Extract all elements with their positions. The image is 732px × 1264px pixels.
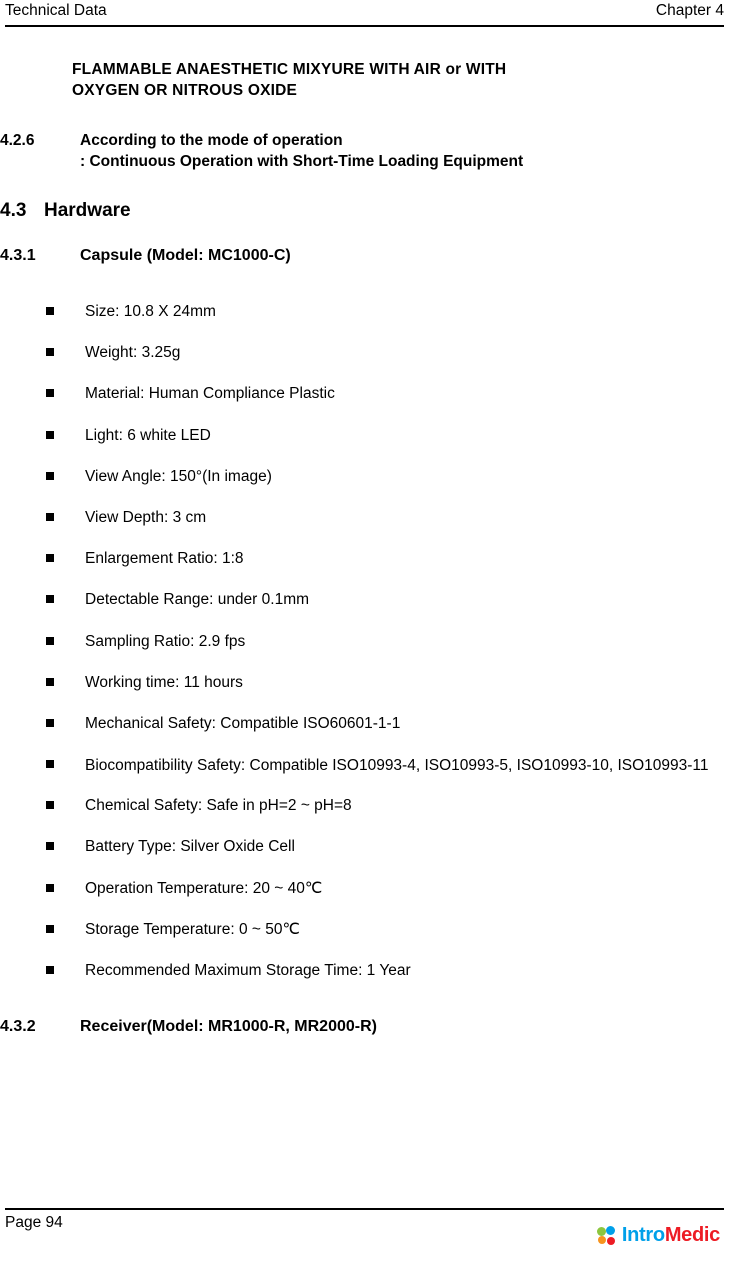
header-left-text: Technical Data (5, 2, 107, 19)
document-page: Technical Data Chapter 4 FLAMMABLE ANAES… (0, 0, 732, 1264)
intro-line-1: FLAMMABLE ANAESTHETIC MIXYURE WITH AIR o… (72, 61, 507, 78)
section-4-3-1-title: Capsule (Model: MC1000-C) (80, 247, 291, 264)
bullet-square-icon (46, 924, 54, 933)
list-item: Size: 10.8 X 24mm (0, 298, 720, 327)
bullet-square-icon (46, 760, 54, 769)
list-item: Material: Human Compliance Plastic (0, 380, 720, 409)
list-item: Mechanical Safety: Compatible ISO60601-1… (0, 710, 720, 739)
list-item: Working time: 11 hours (0, 669, 720, 698)
list-item: Storage Temperature: 0 ~ 50℃ (0, 916, 720, 945)
bullet-square-icon (46, 966, 54, 974)
list-item: Chemical Safety: Safe in pH=2 ~ pH=8 (0, 792, 720, 821)
list-item-label: Recommended Maximum Storage Time: 1 Year (85, 962, 411, 979)
page-content: FLAMMABLE ANAESTHETIC MIXYURE WITH AIR o… (0, 32, 732, 1036)
intromedic-logo: Intro Medic (596, 1212, 724, 1247)
list-item-label: Size: 10.8 X 24mm (85, 303, 216, 320)
list-item-label: Chemical Safety: Safe in pH=2 ~ pH=8 (85, 797, 352, 815)
list-item-label: View Depth: 3 cm (85, 508, 207, 526)
list-item: Light: 6 white LED (0, 422, 720, 451)
list-item-label: Detectable Range: under 0.1mm (85, 591, 310, 609)
list-item: Enlargement Ratio: 1:8 (0, 545, 720, 574)
section-4-3-heading: 4.3 Hardware (0, 200, 732, 222)
logo-dots-icon (596, 1225, 619, 1246)
list-item-label: Working time: 11 hours (85, 673, 243, 691)
header-divider (5, 25, 724, 27)
intro-paragraph: FLAMMABLE ANAESTHETIC MIXYURE WITH AIR o… (72, 59, 720, 101)
list-item-label: Material: Human Compliance Plastic (85, 385, 335, 403)
list-item: Sampling Ratio: 2.9 fps (0, 628, 720, 657)
list-item-label: Biocompatibility Safety: Compatible ISO1… (85, 757, 709, 775)
header-right-text: Chapter 4 (655, 2, 724, 19)
list-item: Biocompatibility Safety: Compatible ISO1… (0, 751, 720, 780)
list-item-label: Operation Temperature: 20 ~ 40℃ (85, 879, 323, 897)
section-4-3-1-number: 4.3.1 (0, 247, 36, 264)
list-item-label: Enlargement Ratio: 1:8 (85, 550, 244, 568)
list-item: View Angle: 150°(In image) (0, 463, 720, 492)
page-header: Technical Data Chapter 4 (0, 0, 732, 32)
list-item: Weight: 3.25g (0, 339, 720, 368)
bullet-square-icon (46, 718, 54, 727)
list-item-label: Light: 6 white LED (85, 426, 211, 444)
bullet-square-icon (46, 595, 54, 604)
bullet-square-icon (46, 430, 54, 439)
bullet-square-icon (46, 554, 54, 563)
list-item: View Depth: 3 cm (0, 504, 720, 533)
footer-divider (5, 1208, 724, 1210)
section-4-2-6-number: 4.2.6 (0, 132, 35, 149)
section-4-3-2-number: 4.3.2 (0, 1018, 36, 1035)
bullet-square-icon (46, 389, 54, 398)
section-4-2-6-subtitle: : Continuous Operation with Short-Time L… (80, 153, 524, 170)
section-4-2-6-title: According to the mode of operation (80, 132, 343, 149)
section-4-3-1-heading: 4.3.1 Capsule (Model: MC1000-C) (0, 247, 732, 265)
bullet-square-icon (46, 348, 54, 357)
bullet-square-icon (46, 883, 54, 892)
bullet-square-icon (46, 677, 54, 686)
logo-text-medic: Medic (664, 1224, 720, 1246)
section-4-3-2-heading: 4.3.2 Receiver(Model: MR1000-R, MR2000-R… (0, 1018, 732, 1036)
bullet-square-icon (46, 307, 54, 315)
list-item: Operation Temperature: 20 ~ 40℃ (0, 875, 720, 904)
intro-line-2: OXYGEN OR NITROUS OXIDE (72, 82, 298, 99)
page-number: Page 94 (5, 1214, 63, 1231)
bullet-square-icon (46, 471, 54, 480)
list-item-label: View Angle: 150°(In image) (85, 467, 272, 485)
bullet-square-icon (46, 636, 54, 645)
list-item-label: Weight: 3.25g (85, 344, 181, 362)
list-item: Battery Type: Silver Oxide Cell (0, 833, 720, 862)
list-item: Recommended Maximum Storage Time: 1 Year (0, 957, 720, 986)
bullet-square-icon (46, 801, 54, 810)
section-4-2-6: 4.2.6 According to the mode of operation… (0, 130, 732, 172)
list-item-label: Storage Temperature: 0 ~ 50℃ (85, 920, 300, 938)
bullet-square-icon (46, 512, 54, 521)
section-4-3-title: Hardware (44, 200, 131, 221)
page-footer: Page 94 Intro Medic (5, 1212, 724, 1258)
section-4-3-2-title: Receiver(Model: MR1000-R, MR2000-R) (80, 1018, 377, 1035)
list-item: Detectable Range: under 0.1mm (0, 586, 720, 615)
list-item-label: Sampling Ratio: 2.9 fps (85, 632, 246, 650)
section-4-3-number: 4.3 (0, 200, 27, 221)
capsule-spec-list: Size: 10.8 X 24mm Weight: 3.25g Material… (0, 298, 720, 986)
list-item-label: Mechanical Safety: Compatible ISO60601-1… (85, 714, 401, 732)
bullet-square-icon (46, 842, 54, 851)
logo-text-intro: Intro (621, 1224, 665, 1246)
list-item-label: Battery Type: Silver Oxide Cell (85, 838, 295, 856)
